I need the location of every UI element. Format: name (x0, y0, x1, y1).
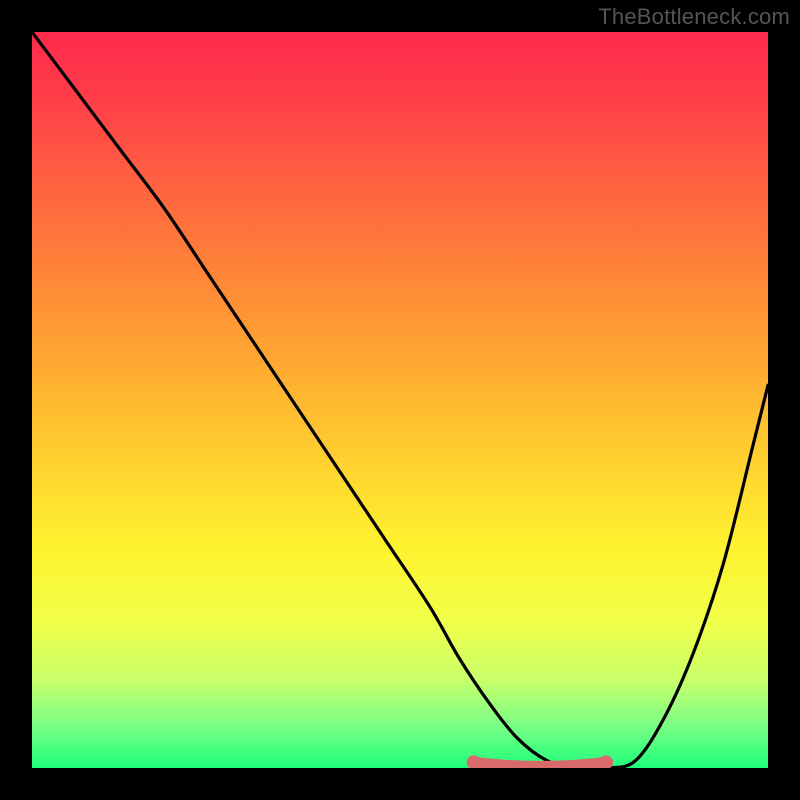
bottleneck-highlight-path (474, 762, 606, 766)
curve-svg (32, 32, 768, 768)
plot-area (32, 32, 768, 768)
chart-frame: TheBottleneck.com (0, 0, 800, 800)
bottleneck-curve-path (32, 32, 768, 768)
highlight-end-dot (599, 755, 613, 768)
highlight-start-dot (467, 755, 481, 768)
watermark-label: TheBottleneck.com (598, 4, 790, 30)
